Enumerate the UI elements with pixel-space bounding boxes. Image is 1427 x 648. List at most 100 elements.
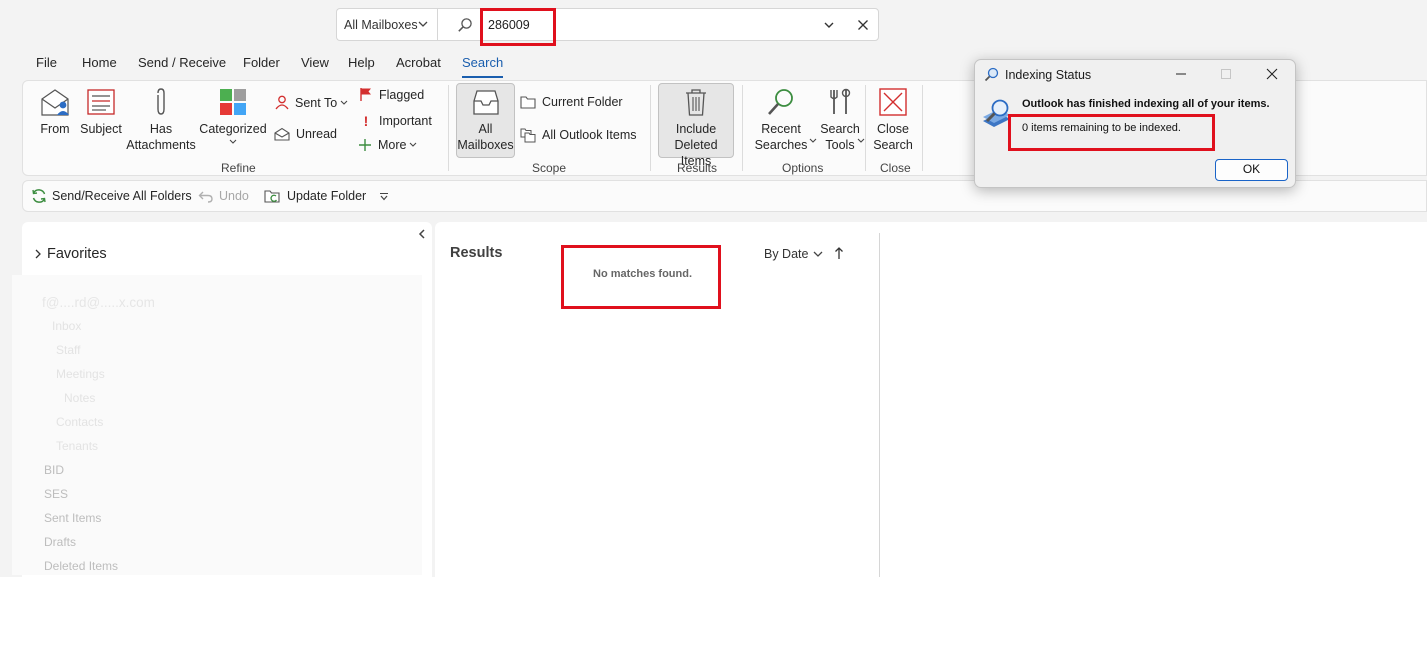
reading-pane-divider	[879, 233, 880, 577]
collapse-pane-icon[interactable]	[417, 228, 427, 240]
dialog-message: Outlook has finished indexing all of you…	[1022, 98, 1270, 110]
recent-searches-label-1: Recent	[761, 122, 801, 136]
more-button[interactable]: More	[358, 138, 417, 152]
group-divider	[650, 85, 651, 171]
folder-item[interactable]: Staff	[56, 343, 80, 357]
all-outlook-items-button[interactable]: All Outlook Items	[520, 127, 636, 143]
from-label: From	[40, 122, 70, 136]
close-search-icon	[879, 88, 907, 116]
folder-item[interactable]: Contacts	[56, 415, 103, 429]
more-label: More	[378, 138, 407, 152]
favorites-label: Favorites	[47, 246, 107, 262]
folder-item[interactable]: Drafts	[44, 535, 76, 549]
close-icon[interactable]	[1266, 68, 1278, 80]
search-scope-label: All Mailboxes	[344, 17, 418, 32]
folder-item[interactable]: Tenants	[56, 439, 98, 453]
remaining-count-highlight	[1008, 114, 1215, 151]
has-attachments-label-2: Attachments	[126, 138, 196, 152]
current-folder-button[interactable]: Current Folder	[520, 95, 623, 109]
send-receive-all-label: Send/Receive All Folders	[52, 189, 192, 203]
favorites-node[interactable]: Favorites	[34, 246, 107, 262]
sent-to-button[interactable]: Sent To	[275, 95, 348, 110]
minimize-icon[interactable]	[1175, 68, 1187, 80]
options-group-label: Options	[782, 161, 824, 175]
unread-label: Unread	[296, 127, 337, 141]
chevron-down-icon	[340, 100, 348, 105]
tab-home[interactable]: Home	[82, 50, 117, 75]
folder-item[interactable]: Inbox	[52, 319, 81, 333]
all-mailboxes-button[interactable]: All Mailboxes	[456, 87, 515, 153]
sync-icon	[32, 189, 46, 203]
sort-arrow-up-icon[interactable]	[834, 246, 844, 260]
tab-send-receive[interactable]: Send / Receive	[138, 50, 226, 75]
undo-button[interactable]: Undo	[198, 188, 249, 204]
paperclip-icon	[157, 88, 165, 115]
categorized-label: Categorized	[199, 122, 267, 136]
unread-button[interactable]: Unread	[274, 127, 337, 141]
search-query-highlight	[480, 8, 556, 46]
include-deleted-label-1: Include	[675, 122, 717, 136]
tab-file[interactable]: File	[36, 50, 57, 75]
refine-group-label: Refine	[221, 161, 256, 175]
chevron-down-icon	[814, 251, 823, 257]
ok-button[interactable]: OK	[1215, 159, 1288, 181]
account-node[interactable]: f@....rd@.....x.com	[42, 295, 155, 310]
tab-help[interactable]: Help	[348, 50, 375, 75]
search-tools-label-1: Search	[820, 122, 860, 136]
no-matches-highlight	[561, 245, 721, 309]
close-group-label: Close	[880, 161, 911, 175]
sort-by-dropdown[interactable]: By Date	[764, 247, 823, 261]
group-divider	[448, 85, 449, 171]
send-receive-all-button[interactable]: Send/Receive All Folders	[31, 188, 192, 204]
tab-search[interactable]: Search	[462, 50, 504, 78]
tab-view[interactable]: View	[301, 50, 329, 75]
chevron-down-icon	[229, 139, 237, 144]
folder-item[interactable]: Deleted Items	[44, 559, 118, 573]
chevron-down-icon	[418, 21, 428, 27]
has-attachments-label-1: Has	[149, 122, 173, 136]
sent-to-label: Sent To	[295, 95, 338, 110]
sort-by-label: By Date	[764, 247, 809, 261]
folder-item[interactable]: Notes	[64, 391, 95, 405]
close-search-button[interactable]: Close Search	[871, 87, 915, 153]
subject-button[interactable]: Subject	[79, 87, 123, 137]
from-button[interactable]: From	[35, 87, 75, 137]
flagged-button[interactable]: Flagged	[359, 87, 424, 102]
flagged-label: Flagged	[379, 87, 425, 102]
folder-item[interactable]: BID	[44, 463, 64, 477]
all-mailboxes-label-2: Mailboxes	[457, 138, 514, 152]
important-button[interactable]: ! Important	[359, 113, 432, 129]
outlook-window: All Mailboxes 286009 File Home Send / Re…	[0, 0, 1427, 577]
close-icon[interactable]	[856, 18, 870, 32]
recent-searches-label-2: Searches	[754, 138, 808, 152]
folder-item[interactable]: Sent Items	[44, 511, 101, 525]
include-deleted-items-button[interactable]: Include Deleted Items	[658, 87, 734, 169]
magnifier-icon	[984, 67, 999, 82]
has-attachments-button[interactable]: Has Attachments	[123, 87, 199, 153]
folder-item[interactable]: Meetings	[56, 367, 105, 381]
update-folder-label: Update Folder	[287, 189, 367, 203]
update-folder-button[interactable]: Update Folder	[264, 188, 366, 204]
group-divider	[742, 85, 743, 171]
search-scope-dropdown[interactable]: All Mailboxes	[336, 8, 437, 41]
folder-item[interactable]: SES	[44, 487, 68, 501]
undo-icon	[198, 191, 213, 203]
customize-qat-icon[interactable]	[379, 192, 389, 202]
tab-folder[interactable]: Folder	[243, 50, 280, 75]
chevron-right-icon	[35, 249, 41, 259]
tab-acrobat[interactable]: Acrobat	[396, 50, 441, 75]
subject-label: Subject	[80, 122, 122, 136]
search-tools-button[interactable]: Search Tools	[817, 87, 865, 153]
magnifier-icon	[768, 89, 793, 115]
chevron-down-icon	[410, 142, 417, 147]
all-outlook-items-label: All Outlook Items	[542, 128, 637, 142]
important-label: Important	[379, 114, 432, 128]
close-search-label-1: Close	[877, 122, 909, 136]
categorized-button[interactable]: Categorized	[199, 87, 267, 145]
recent-searches-button[interactable]: Recent Searches	[749, 87, 817, 153]
chevron-down-icon[interactable]	[822, 18, 836, 32]
exclamation-icon: !	[363, 113, 369, 129]
update-folder-icon	[264, 190, 280, 203]
person-icon	[275, 95, 289, 110]
plus-icon	[359, 139, 371, 151]
